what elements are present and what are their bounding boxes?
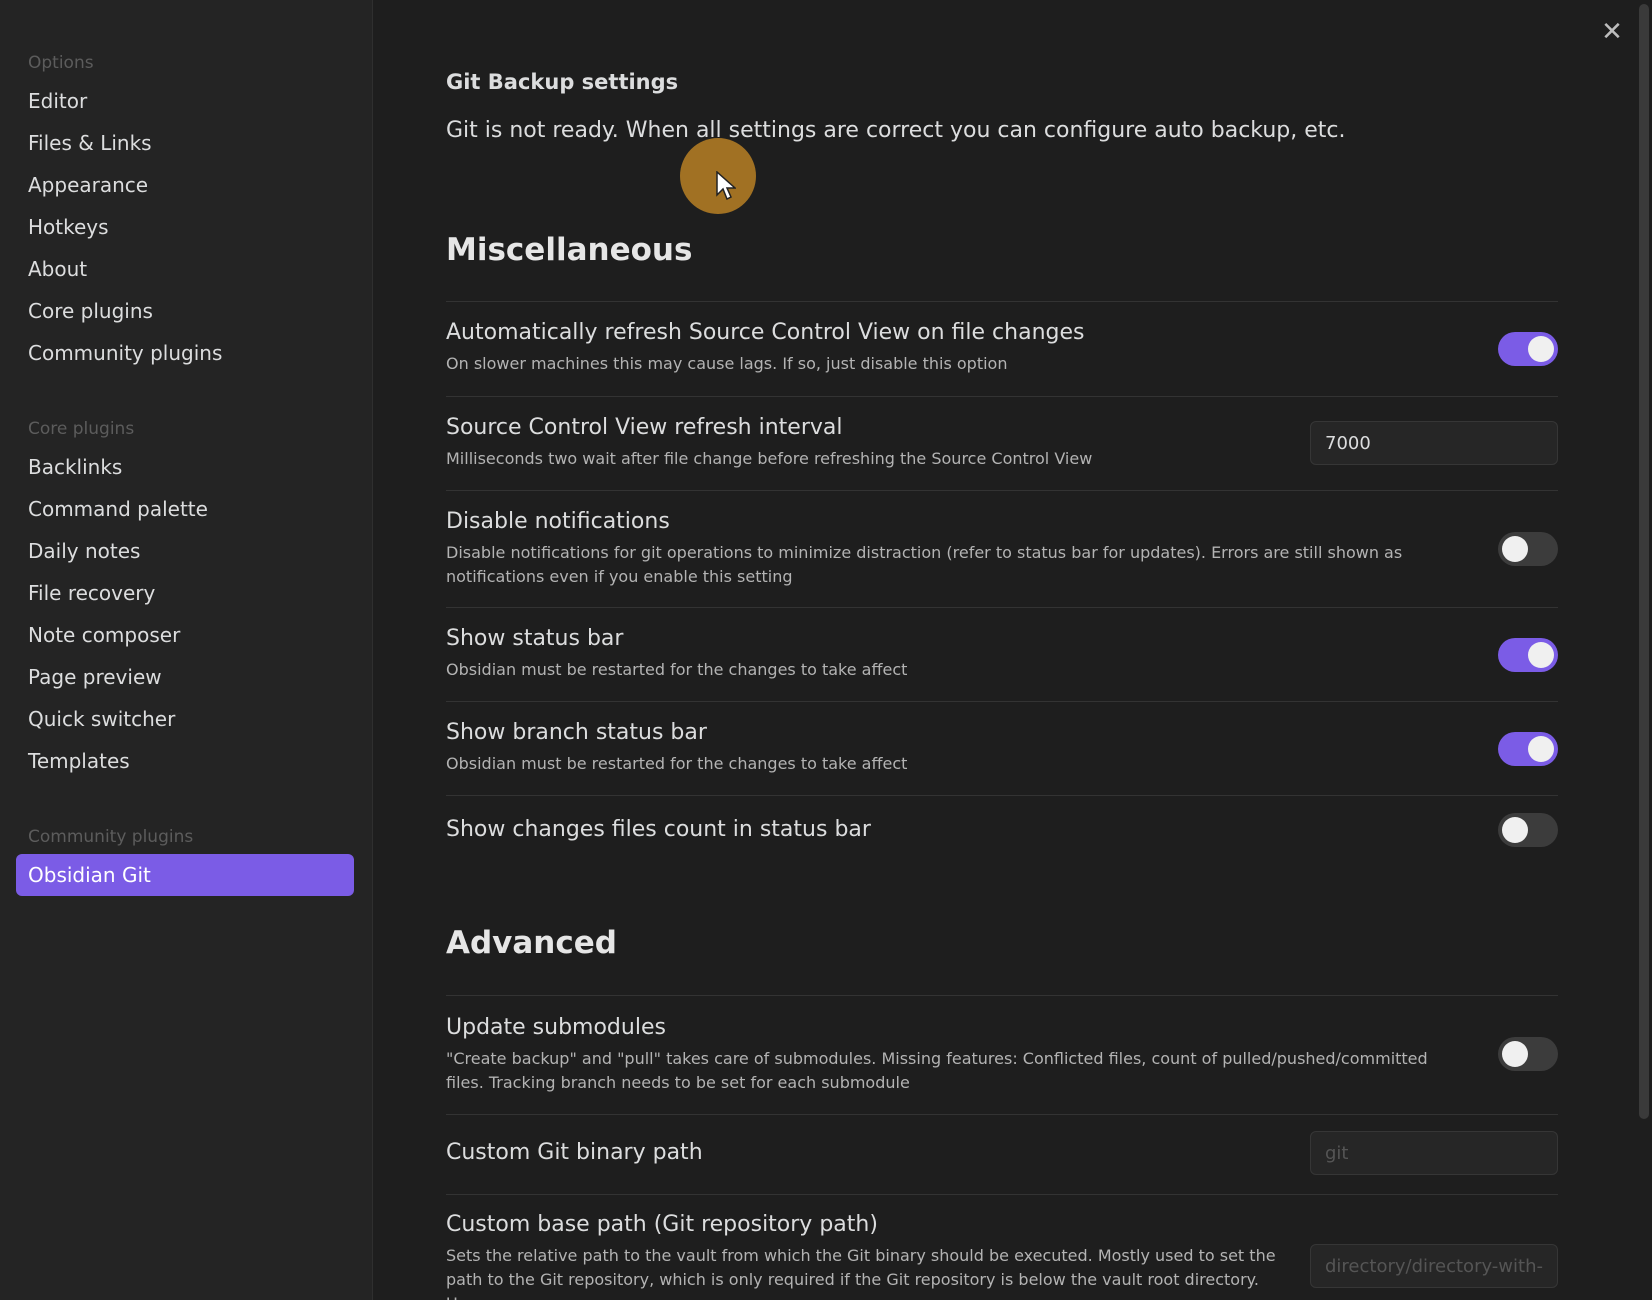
- disable-notifications-toggle[interactable]: [1498, 532, 1558, 566]
- sidebar-item-files-links[interactable]: Files & Links: [16, 122, 354, 164]
- settings-modal: Options Editor Files & Links Appearance …: [0, 0, 1652, 1300]
- section-heading-miscellaneous: Miscellaneous: [446, 232, 693, 268]
- sidebar-item-hotkeys[interactable]: Hotkeys: [16, 206, 354, 248]
- sidebar-item-file-recovery[interactable]: File recovery: [16, 572, 354, 614]
- sidebar-item-appearance[interactable]: Appearance: [16, 164, 354, 206]
- page-title: Git Backup settings: [446, 70, 679, 94]
- section-heading-advanced: Advanced: [446, 925, 617, 961]
- setting-custom-git-binary-path: Custom Git binary path: [446, 1131, 1558, 1175]
- git-binary-path-input[interactable]: [1310, 1131, 1558, 1175]
- sidebar-group-community-plugins-title: Community plugins: [28, 827, 194, 847]
- setting-name: Disable notifications: [446, 509, 670, 534]
- setting-refresh-interval: Source Control View refresh interval Mil…: [446, 413, 1558, 471]
- toggle-knob: [1528, 336, 1554, 362]
- divider: [446, 1114, 1558, 1115]
- setting-update-submodules: Update submodules "Create backup" and "p…: [446, 1013, 1558, 1095]
- sidebar-item-note-composer[interactable]: Note composer: [16, 614, 354, 656]
- divider: [446, 995, 1558, 996]
- setting-name: Automatically refresh Source Control Vie…: [446, 320, 1085, 345]
- sidebar-item-command-palette[interactable]: Command palette: [16, 488, 354, 530]
- refresh-interval-input[interactable]: [1310, 421, 1558, 465]
- toggle-knob: [1502, 1041, 1528, 1067]
- setting-show-branch-status-bar: Show branch status bar Obsidian must be …: [446, 718, 1558, 776]
- setting-desc: "Create backup" and "pull" takes care of…: [446, 1049, 1428, 1092]
- sidebar-group-core-plugins-title: Core plugins: [28, 419, 135, 439]
- setting-desc: On slower machines this may cause lags. …: [446, 354, 1008, 373]
- setting-custom-base-path: Custom base path (Git repository path) S…: [446, 1210, 1558, 1300]
- setting-desc: Obsidian must be restarted for the chang…: [446, 754, 908, 773]
- show-branch-status-bar-toggle[interactable]: [1498, 732, 1558, 766]
- sidebar-item-daily-notes[interactable]: Daily notes: [16, 530, 354, 572]
- setting-desc: Sets the relative path to the vault from…: [446, 1246, 1276, 1300]
- toggle-knob: [1528, 642, 1554, 668]
- base-path-input[interactable]: [1310, 1244, 1558, 1288]
- setting-desc: Obsidian must be restarted for the chang…: [446, 660, 908, 679]
- setting-disable-notifications: Disable notifications Disable notificati…: [446, 507, 1558, 589]
- setting-show-status-bar: Show status bar Obsidian must be restart…: [446, 624, 1558, 682]
- toggle-knob: [1528, 736, 1554, 762]
- toggle-knob: [1502, 536, 1528, 562]
- setting-desc: Disable notifications for git operations…: [446, 543, 1403, 586]
- sidebar-item-core-plugins[interactable]: Core plugins: [16, 290, 354, 332]
- toggle-knob: [1502, 817, 1528, 843]
- setting-auto-refresh: Automatically refresh Source Control Vie…: [446, 318, 1558, 376]
- sidebar-item-obsidian-git[interactable]: Obsidian Git: [16, 854, 354, 896]
- divider: [446, 396, 1558, 397]
- close-icon[interactable]: ✕: [1598, 18, 1626, 46]
- divider: [446, 301, 1558, 302]
- mouse-pointer-icon: [716, 171, 736, 201]
- sidebar-item-backlinks[interactable]: Backlinks: [16, 446, 354, 488]
- sidebar-group-options-title: Options: [28, 53, 94, 73]
- sidebar-item-quick-switcher[interactable]: Quick switcher: [16, 698, 354, 740]
- auto-refresh-toggle[interactable]: [1498, 332, 1558, 366]
- sidebar-item-page-preview[interactable]: Page preview: [16, 656, 354, 698]
- divider: [446, 795, 1558, 796]
- setting-name: Show status bar: [446, 626, 624, 651]
- settings-sidebar: Options Editor Files & Links Appearance …: [0, 0, 373, 1300]
- git-not-ready-note: Git is not ready. When all settings are …: [446, 118, 1346, 143]
- scrollbar-track[interactable]: [1634, 0, 1652, 1300]
- sidebar-item-templates[interactable]: Templates: [16, 740, 354, 782]
- divider: [446, 490, 1558, 491]
- update-submodules-toggle[interactable]: [1498, 1037, 1558, 1071]
- sidebar-item-editor[interactable]: Editor: [16, 80, 354, 122]
- divider: [446, 607, 1558, 608]
- setting-name: Show branch status bar: [446, 720, 707, 745]
- setting-name: Show changes files count in status bar: [446, 817, 871, 842]
- show-changes-count-toggle[interactable]: [1498, 813, 1558, 847]
- show-status-bar-toggle[interactable]: [1498, 638, 1558, 672]
- divider: [446, 1194, 1558, 1195]
- setting-desc: Milliseconds two wait after file change …: [446, 449, 1093, 468]
- scrollbar-thumb[interactable]: [1639, 4, 1649, 1119]
- setting-show-changes-count: Show changes files count in status bar: [446, 813, 1558, 847]
- setting-name: Custom base path (Git repository path): [446, 1212, 878, 1237]
- sidebar-item-community-plugins[interactable]: Community plugins: [16, 332, 354, 374]
- sidebar-item-about[interactable]: About: [16, 248, 354, 290]
- setting-name: Update submodules: [446, 1015, 666, 1040]
- divider: [446, 701, 1558, 702]
